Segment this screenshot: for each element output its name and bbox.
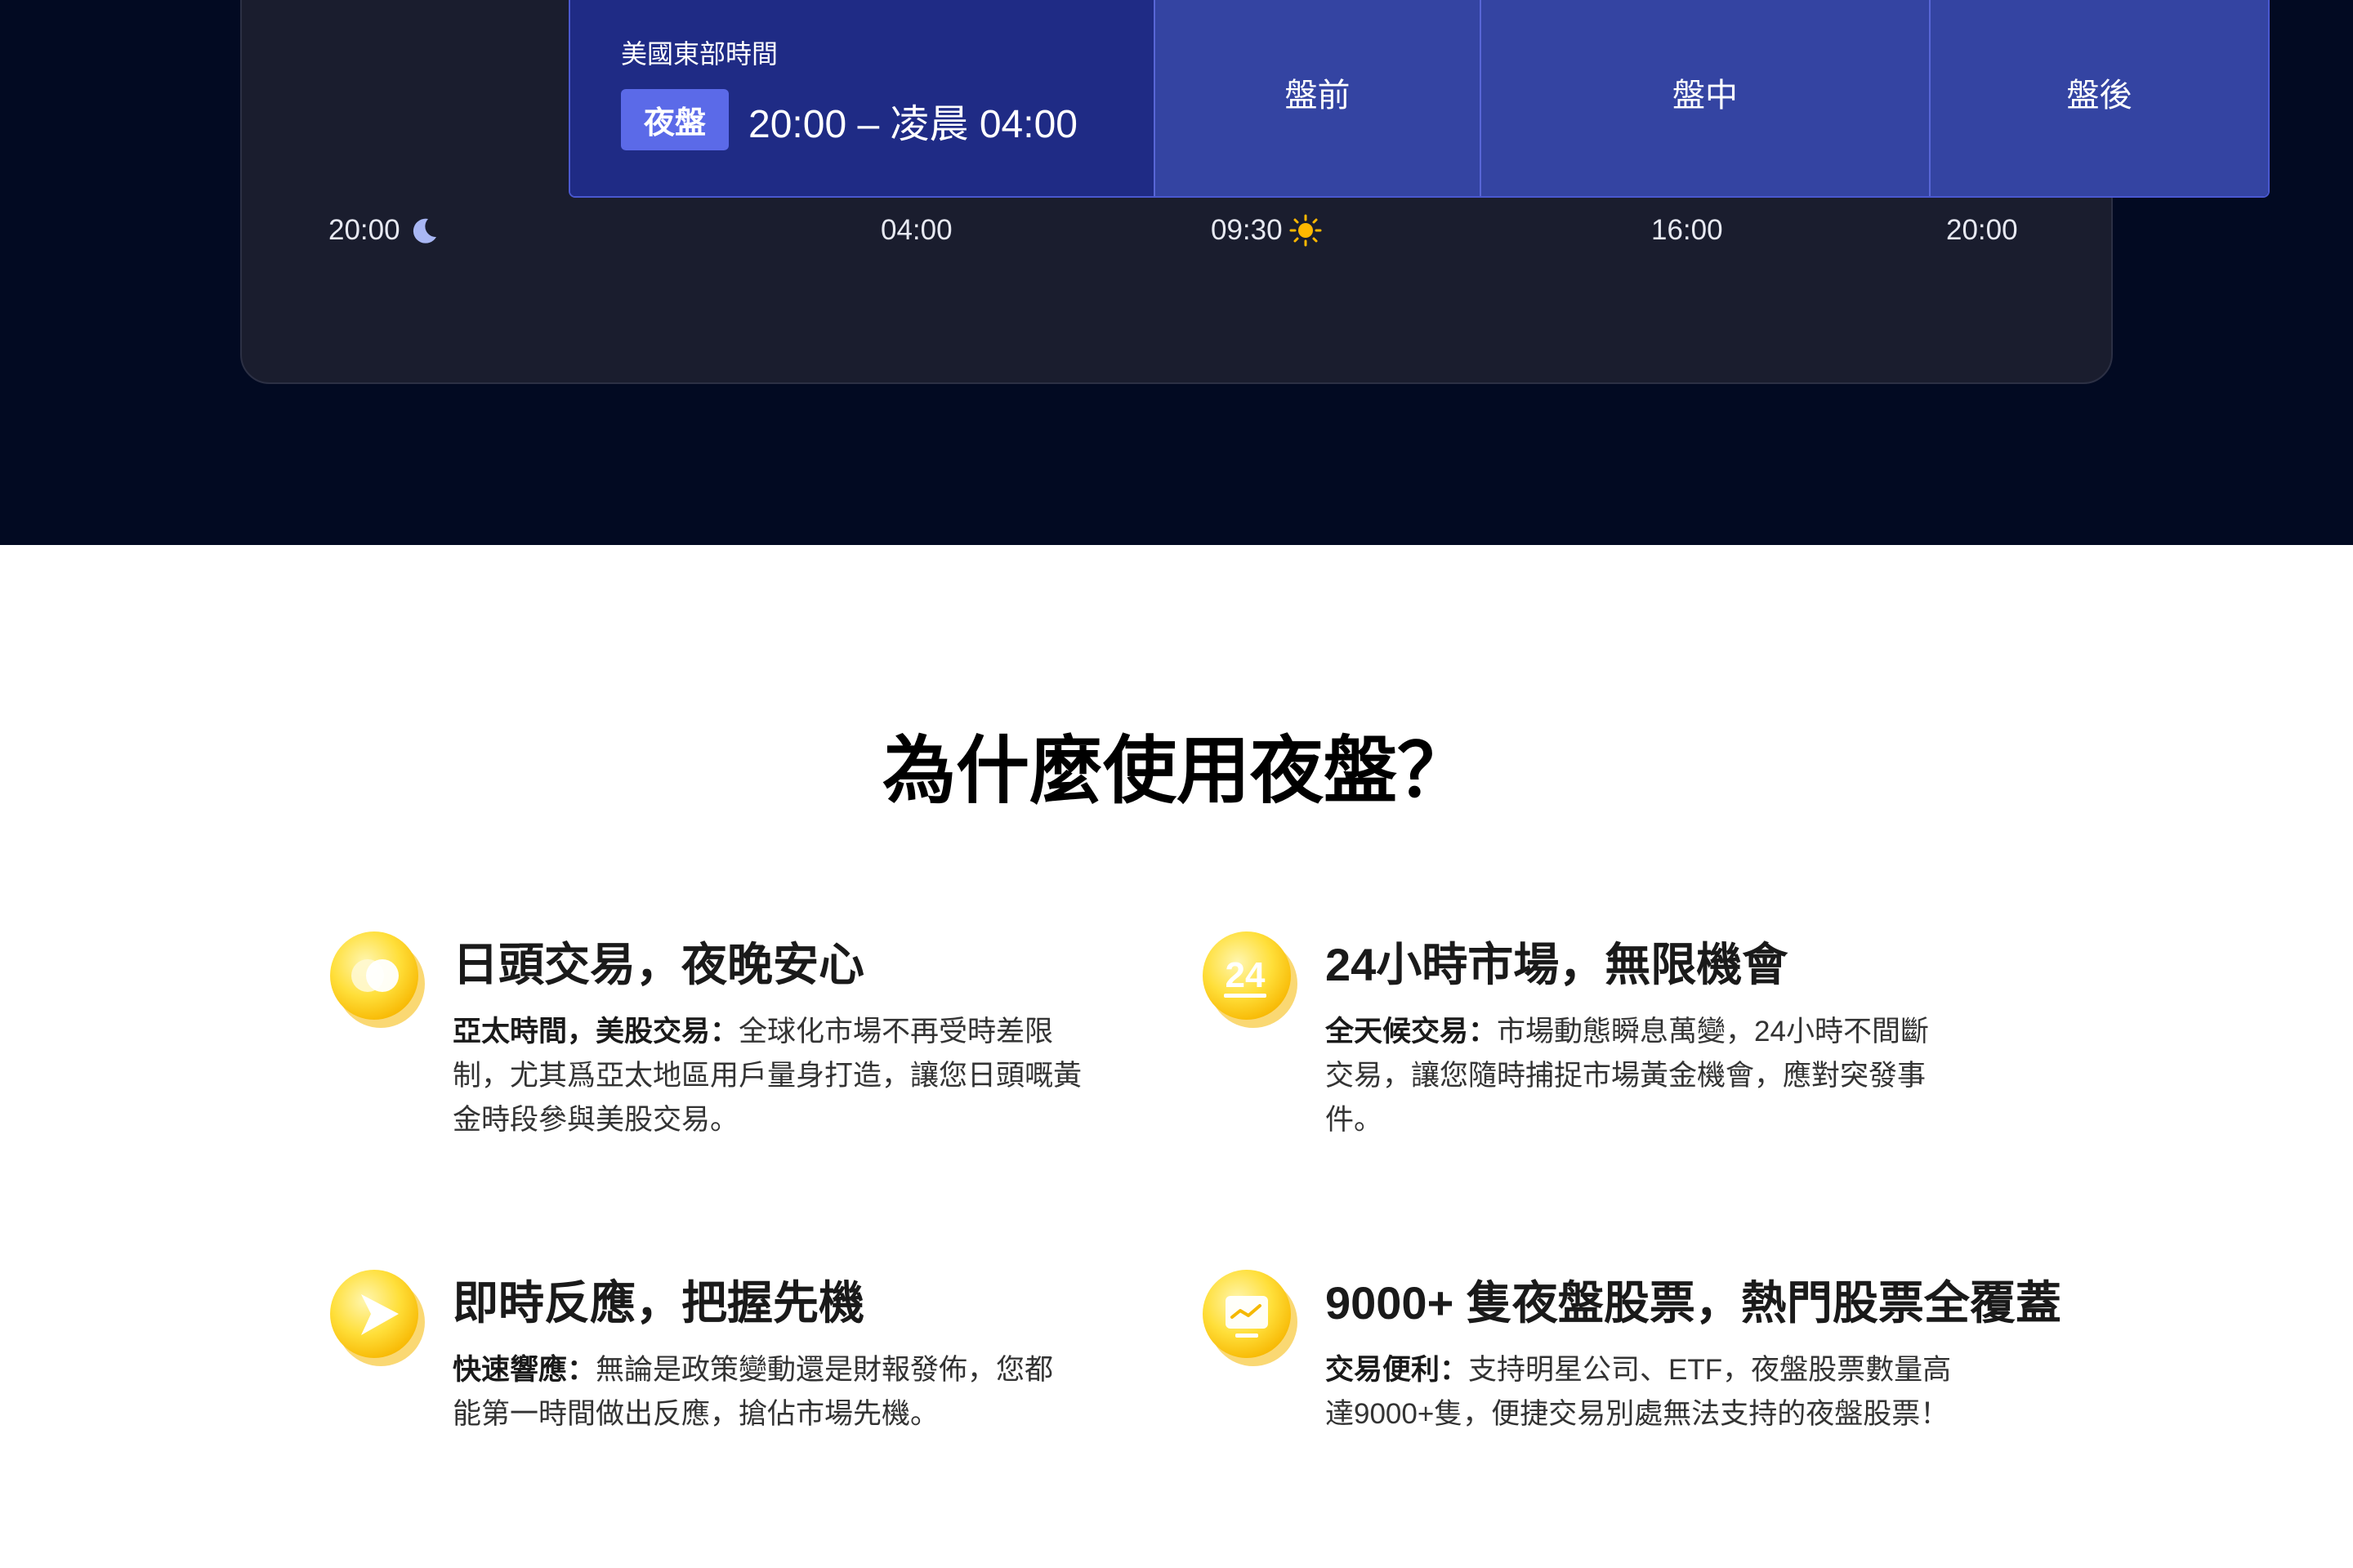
feature-description: 全天候交易：市場動態瞬息萬變，24小時不間斷交易，讓您隨時捕捉市場黃金機會，應對… [1325, 1010, 1954, 1142]
feature-description: 交易便利：支持明星公司、ETF，夜盤股票數量高達9000+隻，便捷交易別處無法支… [1325, 1348, 1954, 1436]
pre-market-label: 盤前 [1284, 77, 1351, 114]
night-session-row: 夜盤 20:00 – 凌晨 04:00 [621, 89, 1078, 150]
feature-title: 24小時市場，無限機會 [1325, 939, 1788, 990]
night-session-segment: 美國東部時間 夜盤 20:00 – 凌晨 04:00 [570, 0, 1155, 196]
coins-icon [330, 931, 425, 1028]
tick-label: 16:00 [1651, 214, 1723, 246]
trading-schedule-card: 美國東部時間 夜盤 20:00 – 凌晨 04:00 盤前 盤中 盤後 20:0… [240, 0, 2270, 384]
timezone-label: 美國東部時間 [621, 39, 779, 69]
trading-timeline: 美國東部時間 夜盤 20:00 – 凌晨 04:00 盤前 盤中 盤後 [569, 0, 2270, 198]
feature-lead: 快速響應： [453, 1354, 596, 1386]
tick-start: 20:00 [328, 214, 440, 247]
tick-0400: 04:00 [881, 214, 953, 247]
chart-screen-icon [1203, 1270, 1297, 1366]
night-session-range: 20:00 – 凌晨 04:00 [748, 102, 1078, 146]
feature-title: 日頭交易，夜晚安心 [453, 939, 864, 990]
feature-title: 9000+ 隻夜盤股票，熱門股票全覆蓋 [1325, 1277, 2061, 1329]
section-title: 為什麼使用夜盤？ [882, 730, 1471, 812]
tick-label: 09:30 [1211, 214, 1283, 246]
feature-description: 快速響應：無論是政策變動還是財報發佈，您都能第一時間做出反應，搶佔市場先機。 [453, 1348, 1082, 1436]
24-hours-icon: 24 [1203, 931, 1297, 1028]
night-session-badge: 夜盤 [621, 89, 730, 150]
tick-0930: 09:30 [1211, 214, 1322, 247]
regular-session-label: 盤中 [1672, 77, 1738, 114]
play-arrow-icon [330, 1270, 425, 1366]
timeline-ticks: 20:00 04:00 09:30 16:00 20:00 [242, 214, 2353, 255]
pre-market-segment: 盤前 [1155, 0, 1481, 196]
feature-lead: 全天候交易： [1325, 1016, 1498, 1048]
feature-description: 亞太時間，美股交易：全球化市場不再受時差限制，尤其爲亞太地區用戶量身打造，讓您日… [453, 1010, 1082, 1142]
after-hours-segment: 盤後 [1931, 0, 2268, 196]
hero-dark-band: 美國東部時間 夜盤 20:00 – 凌晨 04:00 盤前 盤中 盤後 20:0… [0, 0, 2353, 545]
tick-end: 20:00 [1946, 214, 2018, 247]
feature-title: 即時反應，把握先機 [453, 1277, 864, 1329]
svg-text:24: 24 [1226, 955, 1266, 995]
tick-label: 04:00 [881, 214, 953, 246]
feature-lead: 交易便利： [1325, 1354, 1469, 1386]
tick-label: 20:00 [1946, 214, 2018, 246]
after-hours-label: 盤後 [2066, 77, 2132, 114]
feature-lead: 亞太時間，美股交易： [453, 1016, 739, 1048]
regular-session-segment: 盤中 [1481, 0, 1931, 196]
sun-icon [1289, 214, 1322, 247]
tick-label: 20:00 [328, 214, 400, 246]
moon-icon [413, 218, 436, 243]
tick-1600: 16:00 [1651, 214, 1723, 247]
